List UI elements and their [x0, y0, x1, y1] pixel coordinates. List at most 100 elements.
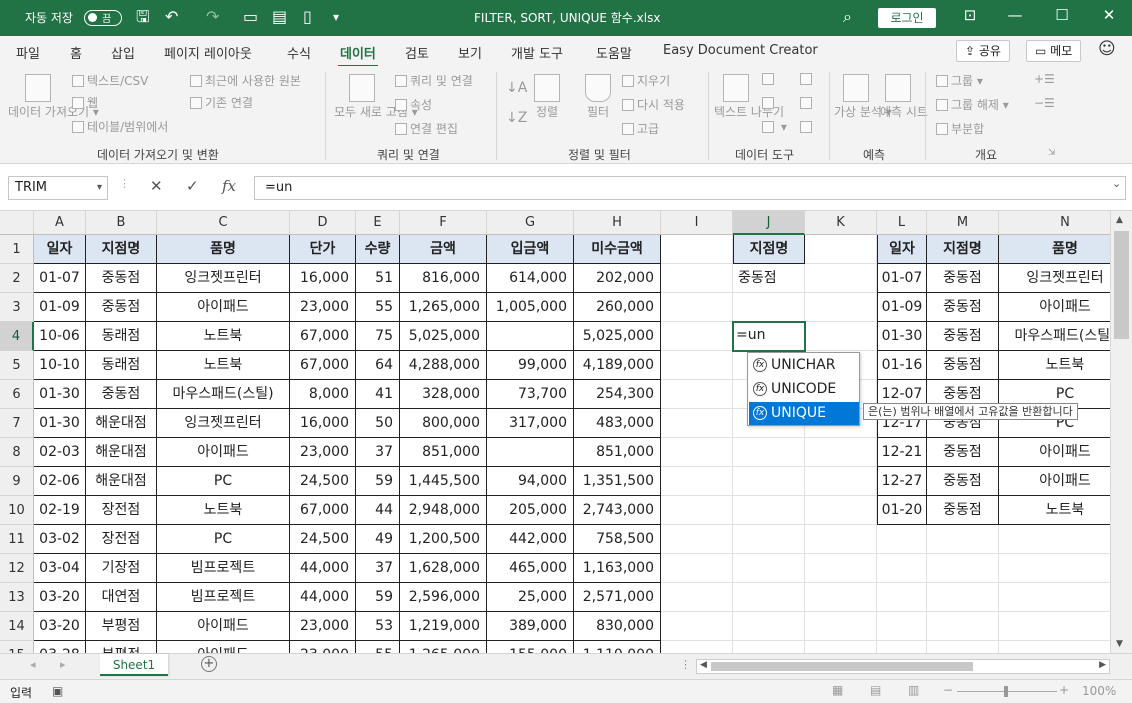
- result-cell[interactable]: 중동점: [927, 438, 999, 467]
- normal-view-icon[interactable]: ▦: [832, 683, 843, 697]
- vertical-scrollbar[interactable]: ▲ ▼: [1110, 211, 1132, 653]
- get-data-button[interactable]: 데이터 가져오기 ▾: [8, 74, 99, 119]
- table-cell[interactable]: 03-02: [34, 525, 86, 554]
- page-break-view-icon[interactable]: ▥: [908, 683, 919, 697]
- table-cell[interactable]: 317,000: [487, 409, 574, 438]
- table-cell[interactable]: 23,000: [290, 293, 356, 322]
- result-cell[interactable]: 중동점: [927, 264, 999, 293]
- table-cell[interactable]: 2,571,000: [574, 583, 661, 612]
- table-cell[interactable]: 94,000: [487, 467, 574, 496]
- column-header-j[interactable]: J: [733, 211, 805, 235]
- table-cell[interactable]: 830,000: [574, 612, 661, 641]
- table-cell[interactable]: 55: [356, 641, 400, 653]
- autocomplete-item-unicode[interactable]: fx UNICODE: [749, 378, 859, 401]
- login-button[interactable]: 로그인: [878, 8, 936, 28]
- column-header-e[interactable]: E: [356, 211, 400, 235]
- next-sheet-icon[interactable]: ▸: [60, 658, 66, 671]
- table-cell[interactable]: 03-20: [34, 612, 86, 641]
- table-cell[interactable]: 빔프로젝트: [157, 583, 290, 612]
- flash-fill-icon[interactable]: [762, 72, 777, 86]
- table-cell[interactable]: 부평점: [86, 612, 157, 641]
- table-cell[interactable]: 02-06: [34, 467, 86, 496]
- expand-formula-bar-icon[interactable]: ⌄: [1112, 177, 1121, 190]
- column-header-f[interactable]: F: [400, 211, 487, 235]
- table-cell[interactable]: 25,000: [487, 583, 574, 612]
- zoom-level[interactable]: 100%: [1082, 684, 1116, 698]
- share-button[interactable]: ⇪ 공유: [956, 40, 1010, 62]
- result-header-cell[interactable]: 지점명: [927, 235, 999, 264]
- grid-cell[interactable]: [661, 293, 733, 322]
- table-cell[interactable]: 59: [356, 467, 400, 496]
- grid-cell[interactable]: [877, 554, 927, 583]
- table-cell[interactable]: 44: [356, 496, 400, 525]
- grid-cell[interactable]: [733, 641, 805, 653]
- result-cell[interactable]: 중동점: [927, 467, 999, 496]
- form-icon[interactable]: ▤: [272, 8, 287, 26]
- formula-input[interactable]: =un: [254, 176, 1126, 200]
- grid-cell[interactable]: [805, 293, 877, 322]
- grid-cell[interactable]: [999, 583, 1110, 612]
- grid-cell[interactable]: [805, 554, 877, 583]
- result-cell[interactable]: 12-21: [877, 438, 927, 467]
- macro-record-icon[interactable]: ▣: [52, 684, 63, 698]
- grid-cell[interactable]: [805, 612, 877, 641]
- tab-page-layout[interactable]: 페이지 레이아웃: [164, 43, 252, 62]
- table-cell[interactable]: 51: [356, 264, 400, 293]
- criteria-value-cell[interactable]: 중동점: [733, 264, 805, 293]
- result-cell[interactable]: 노트북: [999, 351, 1110, 380]
- zoom-slider-handle[interactable]: [1004, 686, 1008, 697]
- grid-cell[interactable]: [805, 496, 877, 525]
- reapply-button[interactable]: 다시 적용: [622, 96, 685, 113]
- grid-cell[interactable]: [733, 293, 805, 322]
- table-cell[interactable]: 37: [356, 438, 400, 467]
- result-cell[interactable]: 01-20: [877, 496, 927, 525]
- page-layout-view-icon[interactable]: ▤: [870, 683, 881, 697]
- table-cell[interactable]: 잉크젯프린터: [157, 409, 290, 438]
- result-cell[interactable]: 마우스패드(스틸): [999, 322, 1110, 351]
- table-cell[interactable]: 254,300: [574, 380, 661, 409]
- table-cell[interactable]: 노트북: [157, 351, 290, 380]
- grid-cell[interactable]: [733, 496, 805, 525]
- result-header-cell[interactable]: 일자: [877, 235, 927, 264]
- table-cell[interactable]: 노트북: [157, 496, 290, 525]
- text-csv-button[interactable]: 텍스트/CSV: [72, 72, 148, 89]
- table-header-cell[interactable]: 수량: [356, 235, 400, 264]
- table-cell[interactable]: 53: [356, 612, 400, 641]
- grid-cell[interactable]: [877, 641, 927, 653]
- row-header-14[interactable]: 14: [0, 612, 34, 641]
- horizontal-scrollbar[interactable]: ◀ ▶: [696, 659, 1110, 674]
- table-cell[interactable]: 67,000: [290, 322, 356, 351]
- table-cell[interactable]: 마우스패드(스틸): [157, 380, 290, 409]
- table-cell[interactable]: 1,219,000: [400, 612, 487, 641]
- table-cell[interactable]: PC: [157, 525, 290, 554]
- table-cell[interactable]: 01-30: [34, 409, 86, 438]
- table-cell[interactable]: 중동점: [86, 380, 157, 409]
- row-header-13[interactable]: 13: [0, 583, 34, 612]
- queries-connections-button[interactable]: 쿼리 및 연결: [395, 72, 473, 89]
- autocomplete-item-unichar[interactable]: fx UNICHAR: [749, 354, 859, 377]
- text-to-columns-button[interactable]: 텍스트 나누기: [714, 74, 784, 119]
- search-icon[interactable]: ⌕: [843, 8, 852, 26]
- table-cell[interactable]: 99,000: [487, 351, 574, 380]
- table-cell[interactable]: 1,445,500: [400, 467, 487, 496]
- tab-data[interactable]: 데이터: [338, 43, 378, 68]
- grid-cell[interactable]: [805, 641, 877, 653]
- grid-cell[interactable]: [661, 525, 733, 554]
- table-cell[interactable]: 장전점: [86, 496, 157, 525]
- row-header-15[interactable]: 15: [0, 641, 34, 653]
- customize-qat-icon[interactable]: ▾: [333, 8, 339, 26]
- table-cell[interactable]: 24,500: [290, 525, 356, 554]
- row-header-6[interactable]: 6: [0, 380, 34, 409]
- grid-cell[interactable]: [733, 612, 805, 641]
- minimize-icon[interactable]: —: [1003, 6, 1027, 24]
- cancel-icon[interactable]: ✕: [150, 177, 163, 195]
- sort-asc-icon[interactable]: ↓A: [506, 80, 527, 96]
- table-cell[interactable]: 260,000: [574, 293, 661, 322]
- table-header-cell[interactable]: 입금액: [487, 235, 574, 264]
- table-range-button[interactable]: 테이블/범위에서: [72, 118, 168, 135]
- table-cell[interactable]: 아이패드: [157, 293, 290, 322]
- column-header-c[interactable]: C: [157, 211, 290, 235]
- table-cell[interactable]: 816,000: [400, 264, 487, 293]
- table-cell[interactable]: 8,000: [290, 380, 356, 409]
- enter-icon[interactable]: ✓: [186, 177, 199, 195]
